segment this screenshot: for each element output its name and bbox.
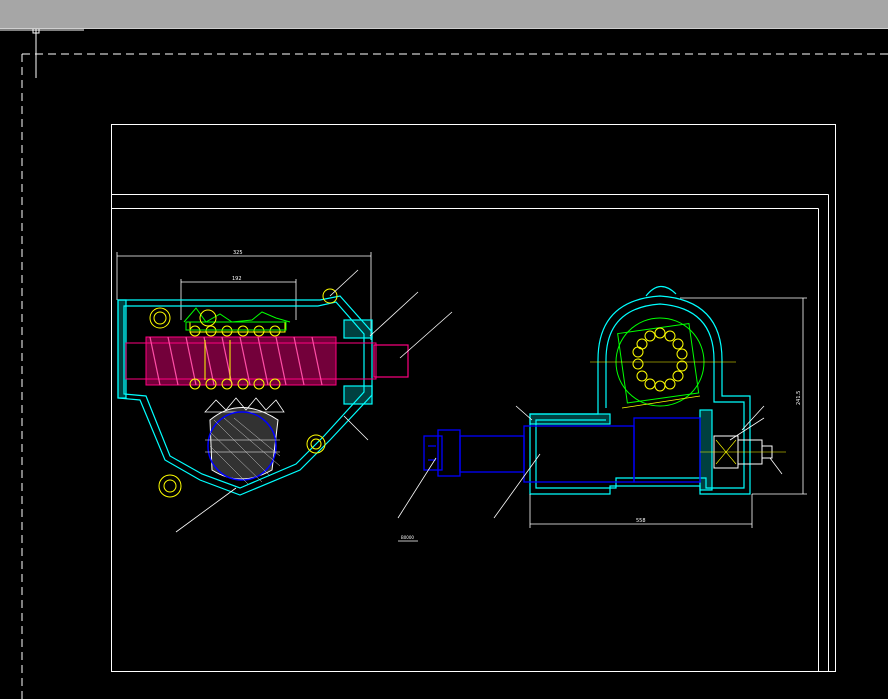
overall-dim-text: 325 bbox=[233, 250, 243, 256]
inner-dim-text: 192 bbox=[232, 276, 242, 282]
title-block-label: B0000 bbox=[401, 535, 414, 540]
title-block: B0000 bbox=[398, 535, 418, 542]
length-dim-text: 558 bbox=[636, 518, 646, 524]
height-dim-text: 241.5 bbox=[796, 391, 802, 405]
sector-gear bbox=[204, 397, 285, 485]
end-cap-nut bbox=[700, 435, 786, 469]
bearing-balls-top bbox=[189, 325, 281, 337]
left-section-view[interactable]: 325 192 bbox=[116, 250, 453, 533]
toolbar-strip bbox=[0, 0, 888, 29]
drawing-frame bbox=[111, 124, 836, 672]
cad-model-space[interactable]: 325 192 558 241.5 B0000 bbox=[0, 29, 888, 699]
right-section-view[interactable]: 558 241.5 bbox=[397, 285, 807, 528]
worm-shaft bbox=[125, 336, 409, 386]
output-shaft bbox=[423, 417, 701, 483]
